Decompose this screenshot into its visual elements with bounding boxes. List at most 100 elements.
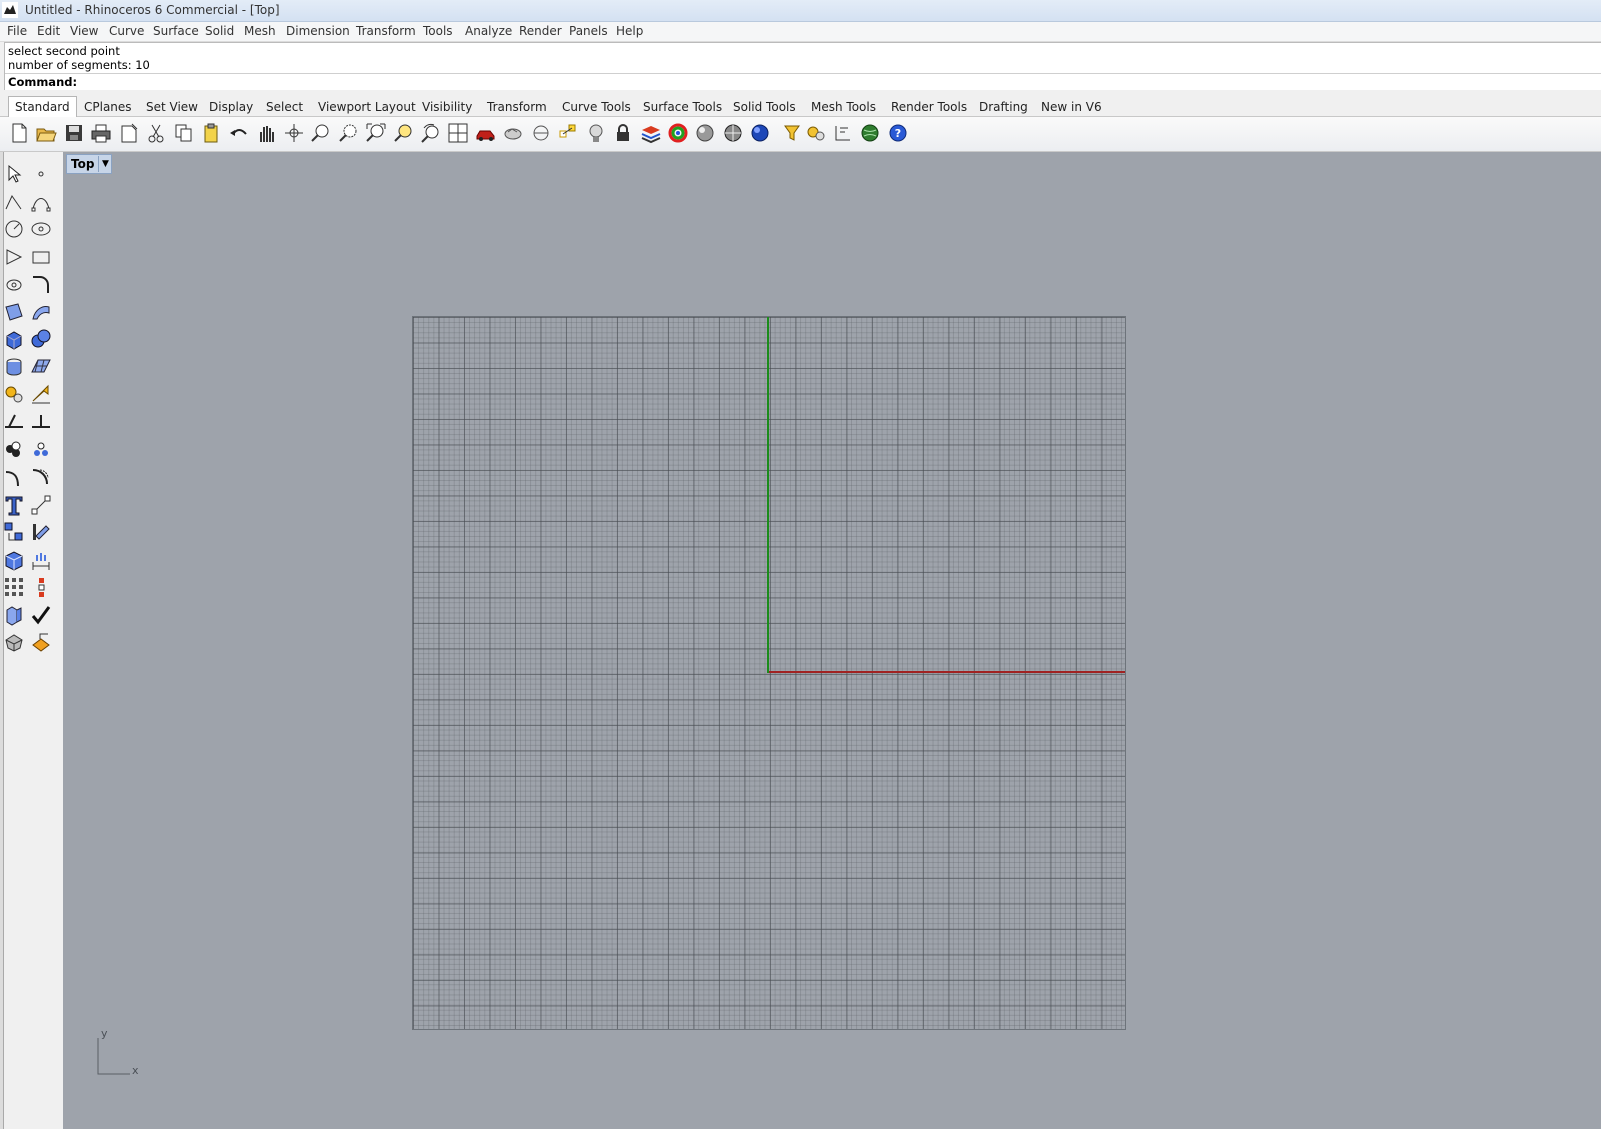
menu-tools[interactable]: Tools — [423, 24, 453, 38]
construction-grid[interactable] — [412, 316, 1126, 1030]
polygon-icon[interactable] — [2, 245, 26, 269]
menu-help[interactable]: Help — [616, 24, 643, 38]
grid-array-icon[interactable] — [2, 575, 26, 599]
menu-mesh[interactable]: Mesh — [244, 24, 276, 38]
layers-icon[interactable] — [639, 121, 663, 145]
menu-render[interactable]: Render — [519, 24, 562, 38]
open-icon[interactable] — [34, 121, 58, 145]
boolean-union-icon[interactable] — [29, 327, 53, 351]
light-icon[interactable] — [584, 121, 608, 145]
menu-surface[interactable]: Surface — [153, 24, 199, 38]
select-icon[interactable] — [2, 162, 26, 186]
cylinder-icon[interactable] — [2, 355, 26, 379]
group-icon[interactable] — [2, 438, 26, 462]
explode-icon[interactable] — [2, 382, 26, 406]
align-icon[interactable] — [29, 520, 53, 544]
surface-plane-icon[interactable] — [29, 355, 53, 379]
command-input[interactable] — [73, 74, 1593, 89]
viewport-top[interactable]: Top ▼ y x — [63, 152, 1601, 1129]
ungroup-icon[interactable] — [29, 438, 53, 462]
tab-select[interactable]: Select — [259, 98, 310, 116]
tab-mesh-tools[interactable]: Mesh Tools — [804, 98, 883, 116]
trim-icon[interactable] — [2, 410, 26, 434]
render-side-icon[interactable] — [29, 630, 53, 654]
tab-curve-tools[interactable]: Curve Tools — [555, 98, 638, 116]
viewport-title[interactable]: Top ▼ — [66, 154, 113, 174]
text-icon[interactable] — [2, 493, 26, 517]
project-icon[interactable] — [29, 382, 53, 406]
zoom-selected-icon[interactable] — [392, 121, 416, 145]
color-icon[interactable] — [666, 121, 690, 145]
menu-edit[interactable]: Edit — [37, 24, 60, 38]
rotate-view-icon[interactable] — [282, 121, 306, 145]
menu-view[interactable]: View — [70, 24, 98, 38]
tab-render-tools[interactable]: Render Tools — [884, 98, 974, 116]
scale-icon[interactable] — [29, 493, 53, 517]
array-icon[interactable] — [2, 520, 26, 544]
tab-transform[interactable]: Transform — [480, 98, 554, 116]
analyze-icon[interactable] — [2, 603, 26, 627]
cplane-icon[interactable] — [529, 121, 553, 145]
zoom-icon[interactable] — [309, 121, 333, 145]
box-icon[interactable] — [2, 327, 26, 351]
tab-cplanes[interactable]: CPlanes — [77, 98, 139, 116]
menu-dimension[interactable]: Dimension — [286, 24, 350, 38]
surface-corner-icon[interactable] — [2, 300, 26, 324]
save-icon[interactable] — [62, 121, 86, 145]
arc-icon[interactable] — [2, 272, 26, 296]
undo-icon[interactable] — [227, 121, 251, 145]
rectangle-icon[interactable] — [29, 245, 53, 269]
pan-icon[interactable] — [254, 121, 278, 145]
render-icon[interactable] — [748, 121, 772, 145]
ellipse-icon[interactable] — [29, 217, 53, 241]
print-icon[interactable] — [89, 121, 113, 145]
zoom-window-icon[interactable] — [337, 121, 361, 145]
import-icon[interactable] — [117, 121, 141, 145]
cut-icon[interactable] — [144, 121, 168, 145]
menu-file[interactable]: File — [7, 24, 27, 38]
fillet-curve-icon[interactable] — [29, 272, 53, 296]
viewport-dropdown-icon[interactable]: ▼ — [98, 156, 111, 172]
extrude-curve-icon[interactable] — [29, 300, 53, 324]
new-icon[interactable] — [7, 121, 31, 145]
help-icon[interactable]: ? — [886, 121, 910, 145]
globe-icon[interactable] — [858, 121, 882, 145]
history-icon[interactable] — [29, 575, 53, 599]
zoom-extents-icon[interactable] — [364, 121, 388, 145]
filter-icon[interactable] — [780, 121, 804, 145]
point-icon[interactable] — [29, 162, 53, 186]
block-icon[interactable] — [2, 548, 26, 572]
tab-display[interactable]: Display — [202, 98, 260, 116]
shaded-icon[interactable] — [693, 121, 717, 145]
rhino-app-icon[interactable] — [2, 2, 18, 18]
tab-new-in-v6[interactable]: New in V6 — [1034, 98, 1109, 116]
tab-solid-tools[interactable]: Solid Tools — [726, 98, 803, 116]
paste-icon[interactable] — [199, 121, 223, 145]
menu-solid[interactable]: Solid — [205, 24, 234, 38]
rendered-icon[interactable] — [721, 121, 745, 145]
dimension-icon[interactable] — [831, 121, 855, 145]
copy-icon[interactable] — [172, 121, 196, 145]
curve-icon[interactable] — [29, 190, 53, 214]
tab-surface-tools[interactable]: Surface Tools — [636, 98, 729, 116]
osnap-icon[interactable] — [556, 121, 580, 145]
menu-transform[interactable]: Transform — [356, 24, 416, 38]
viewport-name[interactable]: Top — [71, 157, 94, 171]
check-icon[interactable] — [29, 603, 53, 627]
object-properties-icon[interactable] — [501, 121, 525, 145]
split-icon[interactable] — [29, 410, 53, 434]
menu-analyze[interactable]: Analyze — [465, 24, 512, 38]
undo-view-icon[interactable] — [419, 121, 443, 145]
menu-curve[interactable]: Curve — [109, 24, 144, 38]
lock-icon[interactable] — [611, 121, 635, 145]
four-viewports-icon[interactable] — [446, 121, 470, 145]
car-icon[interactable] — [474, 121, 498, 145]
menu-panels[interactable]: Panels — [569, 24, 608, 38]
tab-drafting[interactable]: Drafting — [972, 98, 1035, 116]
circle-icon[interactable] — [2, 217, 26, 241]
tab-viewport-layout[interactable]: Viewport Layout — [311, 98, 423, 116]
dimension-side-icon[interactable] — [29, 548, 53, 572]
polyline-icon[interactable] — [2, 190, 26, 214]
blend-icon[interactable] — [29, 465, 53, 489]
offset-icon[interactable] — [2, 465, 26, 489]
